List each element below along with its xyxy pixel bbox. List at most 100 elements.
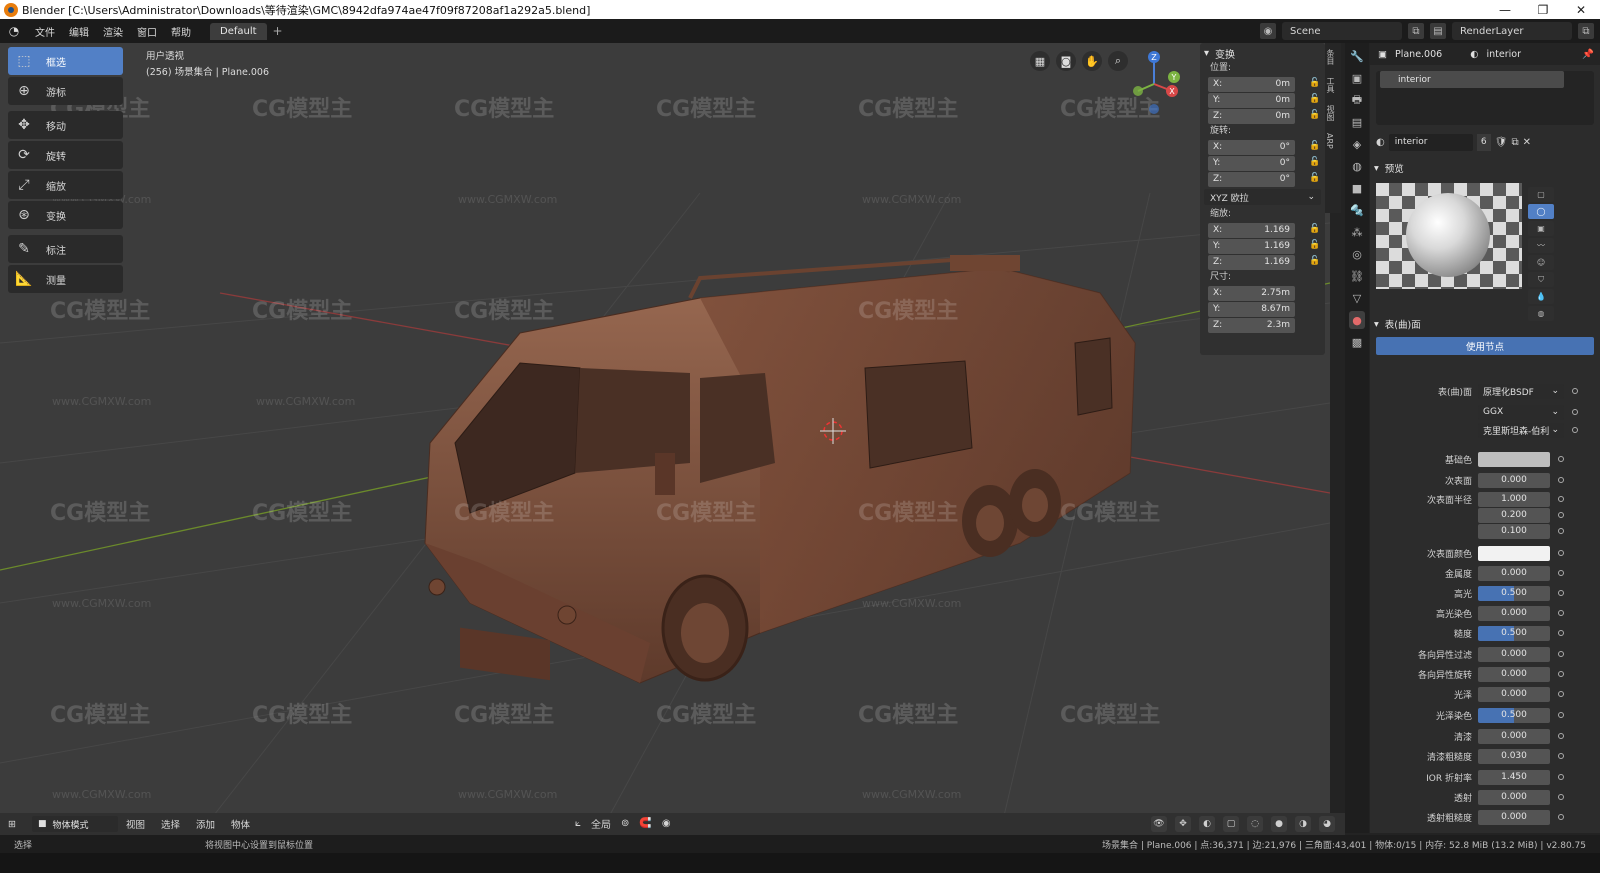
property-value-field[interactable]: 0.000: [1478, 565, 1550, 581]
socket-link-icon[interactable]: [1558, 550, 1564, 556]
dimension-z-field[interactable]: Z: 2.3m: [1208, 317, 1295, 333]
restore-button[interactable]: ❐: [1524, 0, 1562, 19]
socket-link-icon[interactable]: [1572, 427, 1578, 433]
socket-link-icon[interactable]: [1558, 512, 1564, 518]
lock-icon[interactable]: 🔓: [1309, 78, 1321, 90]
property-value-field[interactable]: 0.500: [1478, 585, 1550, 601]
constraints-icon[interactable]: ⛓: [1349, 267, 1365, 285]
lock-icon[interactable]: 🔓: [1309, 157, 1321, 169]
property-value-field[interactable]: 0.200: [1478, 507, 1550, 523]
new-view-layer-icon[interactable]: ⧉: [1578, 23, 1594, 39]
workspace-tab-default[interactable]: Default: [210, 22, 267, 40]
lock-icon[interactable]: 🔓: [1309, 141, 1321, 153]
location-x-field[interactable]: X: 0m: [1208, 76, 1295, 92]
tab-tool[interactable]: 工具: [1325, 71, 1336, 99]
material-name[interactable]: interior: [1487, 49, 1522, 60]
editor-type-icon[interactable]: ⊞: [0, 819, 24, 830]
menu-select[interactable]: 选择: [153, 817, 188, 831]
rotation-x-field[interactable]: X: 0°: [1208, 139, 1295, 155]
property-dropdown[interactable]: 克里斯坦森-伯利 ⌄: [1478, 422, 1564, 438]
material-users-count[interactable]: 6: [1476, 133, 1491, 151]
color-swatch[interactable]: [1478, 451, 1550, 467]
pan-hand-icon[interactable]: ✋: [1082, 51, 1102, 71]
tab-view[interactable]: 视图: [1325, 99, 1336, 127]
rotation-z-field[interactable]: Z: 0°: [1208, 171, 1295, 187]
property-value-field[interactable]: 0.000: [1478, 605, 1550, 621]
property-value-field[interactable]: 0.500: [1478, 625, 1550, 641]
surface-panel-header[interactable]: ▾ 表(曲)面: [1374, 315, 1596, 333]
monkey-preview-icon[interactable]: ☺: [1528, 255, 1554, 270]
menu-edit[interactable]: 编辑: [62, 24, 96, 39]
axis-gizmo[interactable]: Z X Y: [1124, 49, 1184, 119]
gizmo-toggle-icon[interactable]: ✥: [1175, 816, 1191, 832]
particles-icon[interactable]: ⁂: [1349, 223, 1365, 241]
menu-help[interactable]: 帮助: [164, 24, 198, 39]
cube-preview-icon[interactable]: ▣: [1528, 221, 1554, 236]
location-z-field[interactable]: Z: 0m: [1208, 108, 1295, 124]
material-shading-icon[interactable]: ◑: [1295, 816, 1311, 832]
menu-view[interactable]: 视图: [118, 817, 153, 831]
tab-arp[interactable]: ARP: [1325, 127, 1334, 155]
plane-preview-icon[interactable]: ▢: [1528, 187, 1554, 202]
property-dropdown[interactable]: 原理化BSDF ⌄: [1478, 383, 1564, 399]
menu-add[interactable]: 添加: [188, 817, 223, 831]
property-value-field[interactable]: 0.000: [1478, 472, 1550, 488]
property-value-field[interactable]: 0.000: [1478, 809, 1550, 825]
socket-link-icon[interactable]: [1572, 409, 1578, 415]
menu-render[interactable]: 渲染: [96, 24, 130, 39]
socket-link-icon[interactable]: [1558, 691, 1564, 697]
property-value-field[interactable]: 0.000: [1478, 728, 1550, 744]
wireframe-shading-icon[interactable]: ◌: [1247, 816, 1263, 832]
color-swatch[interactable]: [1478, 545, 1550, 561]
fake-user-icon[interactable]: 🛡: [1495, 137, 1508, 148]
tool-settings-icon[interactable]: 🔧: [1349, 47, 1365, 65]
property-value-field[interactable]: 0.500: [1478, 707, 1550, 723]
use-nodes-button[interactable]: 使用节点: [1376, 337, 1594, 355]
socket-link-icon[interactable]: [1558, 477, 1564, 483]
lock-icon[interactable]: 🔓: [1309, 110, 1321, 122]
rotation-y-field[interactable]: Y: 0°: [1208, 155, 1295, 171]
tool-cursor[interactable]: ⊕ 游标: [8, 77, 123, 105]
menu-file[interactable]: 文件: [28, 24, 62, 39]
property-value-field[interactable]: 1.450: [1478, 769, 1550, 785]
menu-window[interactable]: 窗口: [130, 24, 164, 39]
rv-model[interactable]: [424, 255, 1136, 684]
lock-icon[interactable]: 🔓: [1309, 240, 1321, 252]
solid-shading-icon[interactable]: ●: [1271, 816, 1287, 832]
proportional-icon[interactable]: ◉: [662, 818, 671, 829]
tool-select-box[interactable]: ⬚ 框选: [8, 47, 123, 75]
object-name[interactable]: Plane.006: [1395, 49, 1442, 60]
world-preview-icon[interactable]: ◍: [1528, 306, 1554, 321]
tool-measure[interactable]: 📐 测量: [8, 265, 123, 293]
scene-icon[interactable]: ◉: [1260, 23, 1276, 39]
property-value-field[interactable]: 0.000: [1478, 789, 1550, 805]
object-icon[interactable]: ■: [1349, 179, 1365, 197]
tool-scale[interactable]: ⤢ 缩放: [8, 171, 123, 199]
orientation-value[interactable]: 全局: [591, 816, 611, 831]
property-dropdown[interactable]: GGX ⌄: [1478, 404, 1564, 420]
socket-link-icon[interactable]: [1558, 630, 1564, 636]
modifier-icon[interactable]: 🔩: [1349, 201, 1365, 219]
visibility-icon[interactable]: 👁: [1151, 816, 1167, 832]
material-icon[interactable]: ●: [1349, 311, 1365, 329]
socket-link-icon[interactable]: [1558, 671, 1564, 677]
mode-selector[interactable]: ■ 物体模式: [31, 816, 118, 832]
socket-link-icon[interactable]: [1558, 570, 1564, 576]
socket-link-icon[interactable]: [1558, 733, 1564, 739]
scene-icon[interactable]: ◈: [1349, 135, 1365, 153]
socket-link-icon[interactable]: [1558, 456, 1564, 462]
fluid-preview-icon[interactable]: 💧: [1528, 289, 1554, 304]
socket-link-icon[interactable]: [1558, 794, 1564, 800]
scale-x-field[interactable]: X: 1.169: [1208, 222, 1295, 238]
new-scene-icon[interactable]: ⧉: [1408, 23, 1424, 39]
material-slot-list[interactable]: interior: [1376, 71, 1594, 125]
browse-material-icon[interactable]: ◐: [1376, 137, 1385, 148]
socket-link-icon[interactable]: [1558, 590, 1564, 596]
close-button[interactable]: ✕: [1562, 0, 1600, 19]
grid-icon[interactable]: ▦: [1030, 51, 1050, 71]
lock-icon[interactable]: 🔓: [1309, 224, 1321, 236]
add-workspace-button[interactable]: +: [273, 24, 283, 38]
output-icon[interactable]: 🖶: [1349, 91, 1365, 109]
render-icon[interactable]: ▣: [1349, 69, 1365, 87]
socket-link-icon[interactable]: [1572, 388, 1578, 394]
